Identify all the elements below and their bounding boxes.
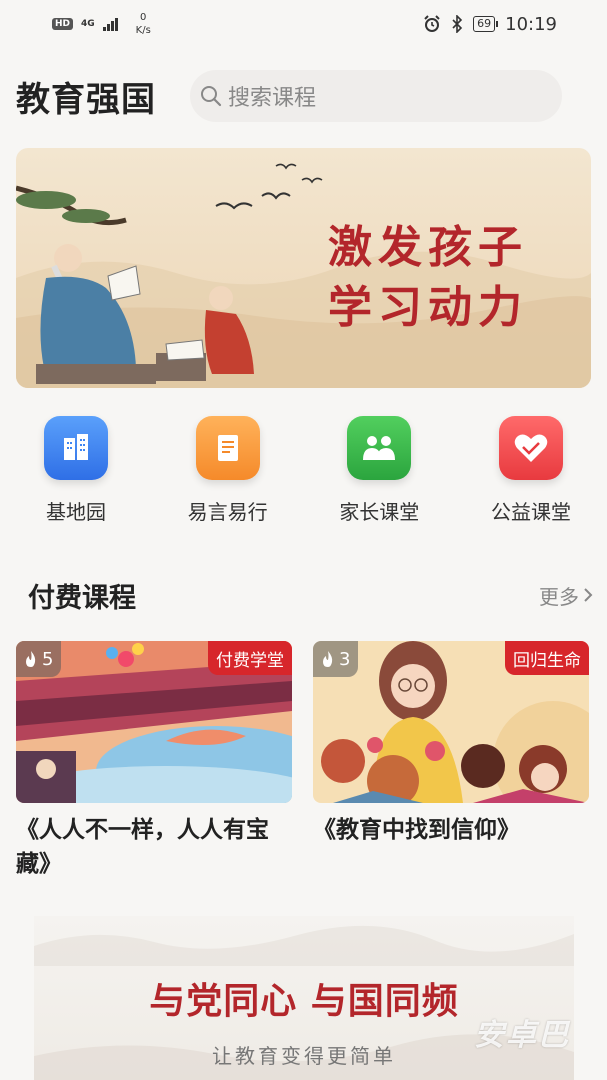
status-right: 69 10:19 [423,14,557,35]
promo-banner[interactable]: 激发孩子 学习动力 [16,148,591,388]
search-placeholder: 搜索课程 [228,86,317,111]
document-icon [195,416,260,480]
shortcut-label: 公益课堂 [490,500,571,524]
search-input[interactable]: 搜索课程 [190,70,562,122]
course-card[interactable]: 5 付费学堂 《人人不一样，人人有宝藏》 [16,641,292,881]
more-label: 更多 [539,584,579,609]
handshake-icon [498,416,563,480]
banner-headline: 激发孩子 学习动力 [328,218,528,338]
more-link[interactable]: 更多 [539,581,593,610]
course-thumbnail: 5 付费学堂 [16,641,292,803]
parents-icon [347,416,412,480]
hot-badge: 5 [16,641,62,677]
flame-icon [26,651,36,667]
course-tag: 付费学堂 [208,641,292,675]
net-speed-value: 0 [140,12,147,23]
hot-count: 3 [339,648,351,670]
building-icon [44,416,108,480]
clock: 10:19 [505,13,557,35]
shortcut-jiazhangketang[interactable]: 家长课堂 [319,416,439,528]
shortcut-yiyanyixing[interactable]: 易言易行 [168,416,288,528]
shortcut-jidiyuan[interactable]: 基地园 [16,416,136,528]
net-speed-unit: K/s [135,25,151,36]
hot-count: 5 [42,648,54,670]
status-bar: HD 4G 0 K/s 69 10:19 [0,0,607,48]
signal-icon [102,17,118,31]
banner-line-1: 激发孩子 [328,222,528,273]
shortcut-label: 家长课堂 [339,500,420,524]
shortcut-grid: 基地园 易言易行 家长课堂 公益课堂 [16,416,591,528]
hot-badge: 3 [313,641,359,677]
app-title: 教育强国 [16,79,156,120]
section-title: 付费课程 [28,582,136,614]
status-left: HD 4G 0 K/s [52,11,151,37]
battery-icon: 69 [473,16,499,32]
course-title: 《人人不一样，人人有宝藏》 [16,817,269,877]
flame-icon [323,651,333,667]
banner-line-2: 学习动力 [328,282,528,333]
network-type: 4G [81,19,95,29]
shortcut-gongyiketang[interactable]: 公益课堂 [471,416,591,528]
search-icon [201,86,222,107]
course-tag: 回归生命 [505,641,589,675]
alarm-icon [424,15,440,32]
net-speed: 0 K/s [136,11,151,37]
slogan-banner[interactable]: 与党同心 与国同频 让教育变得更简单 [34,916,574,1080]
header: 教育强国 搜索课程 [16,66,591,126]
course-title: 《教育中找到信仰》 [313,817,520,843]
watermark-logo: 安卓巴 [474,1018,570,1053]
hd-badge: HD [52,18,74,30]
shortcut-label: 基地园 [46,500,106,524]
chevron-right-icon [584,588,593,602]
bluetooth-icon [452,15,463,33]
course-thumbnail: 3 回归生命 [313,641,589,803]
shortcut-label: 易言易行 [187,500,268,524]
paid-courses-header: 付费课程 更多 [28,572,593,618]
course-card[interactable]: 3 回归生命 《教育中找到信仰》 [313,641,589,847]
